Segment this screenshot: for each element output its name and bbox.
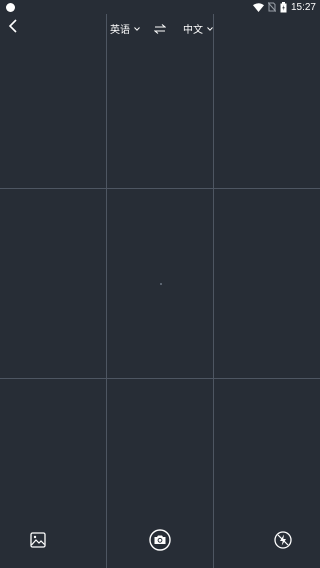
- camera-icon: [149, 529, 171, 555]
- grid-line-horizontal: [0, 188, 320, 189]
- image-gallery-icon: [30, 532, 46, 552]
- battery-icon: [280, 1, 287, 13]
- flash-off-icon: [274, 531, 292, 553]
- notification-dot-icon: [6, 2, 15, 12]
- capture-button[interactable]: [148, 529, 172, 555]
- gallery-button[interactable]: [26, 530, 50, 554]
- target-language-selector[interactable]: 中文: [183, 20, 213, 36]
- chevron-left-icon: [8, 18, 18, 37]
- swap-languages-button[interactable]: [151, 20, 169, 36]
- grid-line-horizontal: [0, 378, 320, 379]
- grid-line-vertical: [106, 14, 107, 568]
- flash-toggle-button[interactable]: [271, 530, 295, 554]
- top-bar: 英语 中文: [0, 14, 320, 42]
- focus-point: [160, 283, 162, 285]
- grid-line-vertical: [213, 14, 214, 568]
- back-button[interactable]: [4, 17, 22, 37]
- swap-arrows-icon: [153, 19, 167, 38]
- status-bar: 15:27: [0, 0, 320, 14]
- source-language-label: 英语: [110, 24, 130, 36]
- no-sim-icon: [267, 2, 276, 12]
- wifi-icon: [252, 2, 264, 12]
- chevron-down-icon: [134, 23, 140, 34]
- target-language-label: 中文: [183, 24, 203, 36]
- status-time: 15:27: [290, 1, 316, 13]
- source-language-selector[interactable]: 英语: [110, 20, 140, 36]
